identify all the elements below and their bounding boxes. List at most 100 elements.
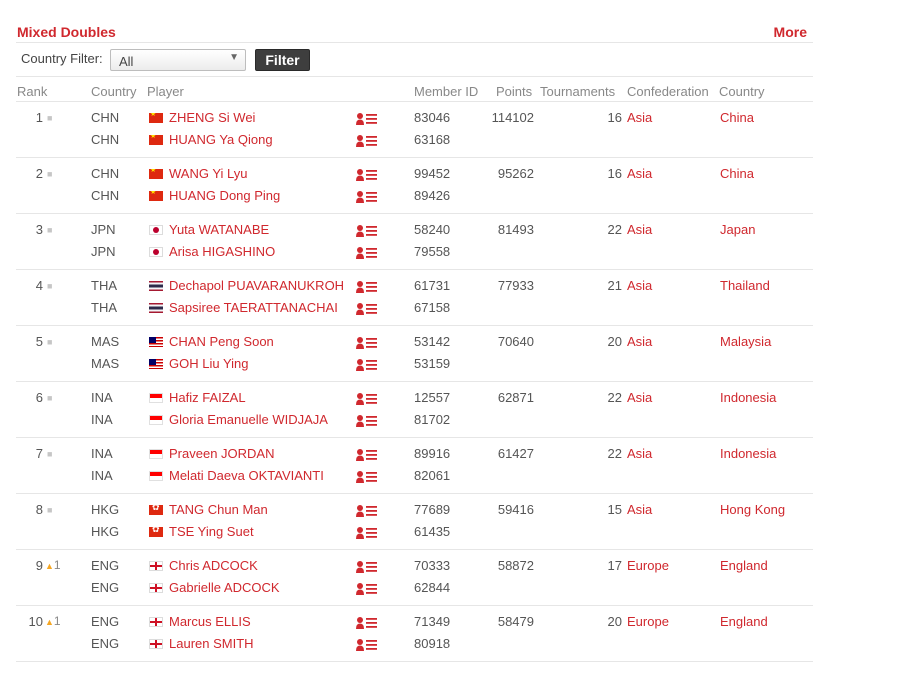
confederation-link[interactable]: Asia [627, 502, 652, 517]
player-profile-icon[interactable] [356, 190, 378, 204]
country-link[interactable]: England [720, 558, 768, 573]
player-profile-icon[interactable] [356, 448, 378, 462]
player-profile-icon[interactable] [356, 526, 378, 540]
player-link[interactable]: Yuta WATANABE [149, 222, 269, 237]
filter-button[interactable]: Filter [255, 49, 310, 71]
no-change-icon: ■ [47, 393, 53, 403]
player-profile-icon[interactable] [356, 336, 378, 350]
country-link[interactable]: Malaysia [720, 334, 771, 349]
player-link[interactable]: Marcus ELLIS [149, 614, 251, 629]
points: 59416 [497, 502, 534, 517]
confederation-link[interactable]: Asia [627, 446, 652, 461]
country-filter-select[interactable]: All ▼ [110, 49, 246, 71]
flag-eng-icon [149, 617, 163, 627]
country-code: HKG [91, 524, 120, 539]
flag-chn-icon [149, 169, 163, 179]
tournaments: 22 [607, 446, 622, 461]
player-link[interactable]: WANG Yi Lyu [149, 166, 248, 181]
country-code: INA [91, 390, 113, 405]
player-profile-icon[interactable] [356, 246, 378, 260]
confederation-link[interactable]: Asia [627, 278, 652, 293]
player-name: TSE Ying Suet [169, 524, 254, 539]
player-link[interactable]: HUANG Dong Ping [149, 188, 280, 203]
rank-change-value: 1 [53, 614, 61, 628]
player-profile-icon[interactable] [356, 168, 378, 182]
table-row: 6 ■ INA Hafiz FAIZAL 12557 INA Gloria Emanuell… [16, 382, 813, 438]
country-code: CHN [91, 166, 120, 181]
flag-mas-icon [149, 337, 163, 347]
rank: 6 [35, 390, 43, 405]
player-link[interactable]: Dechapol PUAVARANUKROH [149, 278, 344, 293]
rank: 10 [28, 614, 43, 629]
player-link[interactable]: CHAN Peng Soon [149, 334, 274, 349]
rankings-panel: Mixed Doubles More Country Filter: All ▼… [16, 0, 813, 662]
country-filter-value: All [119, 54, 134, 69]
tournaments: 21 [607, 278, 622, 293]
country-link[interactable]: Hong Kong [720, 502, 785, 517]
rank-change: ■ [45, 334, 52, 348]
flag-ina-icon [149, 415, 163, 425]
dropdown-arrow-icon: ▼ [229, 52, 239, 63]
player-name: Gabrielle ADCOCK [169, 580, 280, 595]
header-member-id: Member ID [414, 84, 479, 99]
player-profile-icon[interactable] [356, 302, 378, 316]
confederation-link[interactable]: Asia [627, 222, 652, 237]
player-link[interactable]: Melati Daeva OKTAVIANTI [149, 468, 324, 483]
country-link[interactable]: Thailand [720, 278, 770, 293]
confederation-link[interactable]: Europe [627, 614, 669, 629]
player-link[interactable]: Arisa HIGASHINO [149, 244, 275, 259]
player-profile-icon[interactable] [356, 616, 378, 630]
player-link[interactable]: Lauren SMITH [149, 636, 254, 651]
member-id: 61435 [414, 524, 451, 539]
player-profile-icon[interactable] [356, 224, 378, 238]
points: 81493 [497, 222, 534, 237]
player-profile-icon[interactable] [356, 582, 378, 596]
country-link[interactable]: China [720, 166, 754, 181]
country-link[interactable]: Japan [720, 222, 755, 237]
player-link[interactable]: Gabrielle ADCOCK [149, 580, 280, 595]
player-link[interactable]: Chris ADCOCK [149, 558, 258, 573]
player-profile-icon[interactable] [356, 358, 378, 372]
player-profile-icon[interactable] [356, 560, 378, 574]
player-profile-icon[interactable] [356, 280, 378, 294]
player-link[interactable]: ZHENG Si Wei [149, 110, 255, 125]
player-link[interactable]: TANG Chun Man [149, 502, 268, 517]
confederation-link[interactable]: Asia [627, 334, 652, 349]
confederation-link[interactable]: Europe [627, 558, 669, 573]
player-name: Hafiz FAIZAL [169, 390, 246, 405]
player-link[interactable]: HUANG Ya Qiong [149, 132, 273, 147]
player-profile-icon[interactable] [356, 504, 378, 518]
more-link[interactable]: More [774, 24, 807, 40]
player-name: Marcus ELLIS [169, 614, 251, 629]
player-link[interactable]: GOH Liu Ying [149, 356, 249, 371]
player-link[interactable]: Sapsiree TAERATTANACHAI [149, 300, 338, 315]
player-profile-icon[interactable] [356, 638, 378, 652]
rank-change: ■ [45, 446, 52, 460]
no-change-icon: ■ [47, 281, 53, 291]
player-profile-icon[interactable] [356, 414, 378, 428]
player-link[interactable]: TSE Ying Suet [149, 524, 254, 539]
player-link[interactable]: Gloria Emanuelle WIDJAJA [149, 412, 328, 427]
player-profile-icon[interactable] [356, 392, 378, 406]
player-link[interactable]: Hafiz FAIZAL [149, 390, 246, 405]
confederation-link[interactable]: Asia [627, 166, 652, 181]
header-tournaments: Tournaments [540, 84, 616, 99]
rank: 8 [35, 502, 43, 517]
country-link[interactable]: Indonesia [720, 446, 776, 461]
player-profile-icon[interactable] [356, 112, 378, 126]
country-filter-label: Country Filter: [21, 51, 103, 66]
confederation-link[interactable]: Asia [627, 110, 652, 125]
country-link[interactable]: Indonesia [720, 390, 776, 405]
header-country-code: Country [91, 84, 137, 99]
player-profile-icon[interactable] [356, 470, 378, 484]
country-link[interactable]: China [720, 110, 754, 125]
player-profile-icon[interactable] [356, 134, 378, 148]
player-link[interactable]: Praveen JORDAN [149, 446, 274, 461]
member-id: 81702 [414, 412, 451, 427]
country-code: JPN [91, 244, 116, 259]
tournaments: 20 [607, 334, 622, 349]
no-change-icon: ■ [47, 505, 53, 515]
confederation-link[interactable]: Asia [627, 390, 652, 405]
country-link[interactable]: England [720, 614, 768, 629]
no-change-icon: ■ [47, 337, 53, 347]
